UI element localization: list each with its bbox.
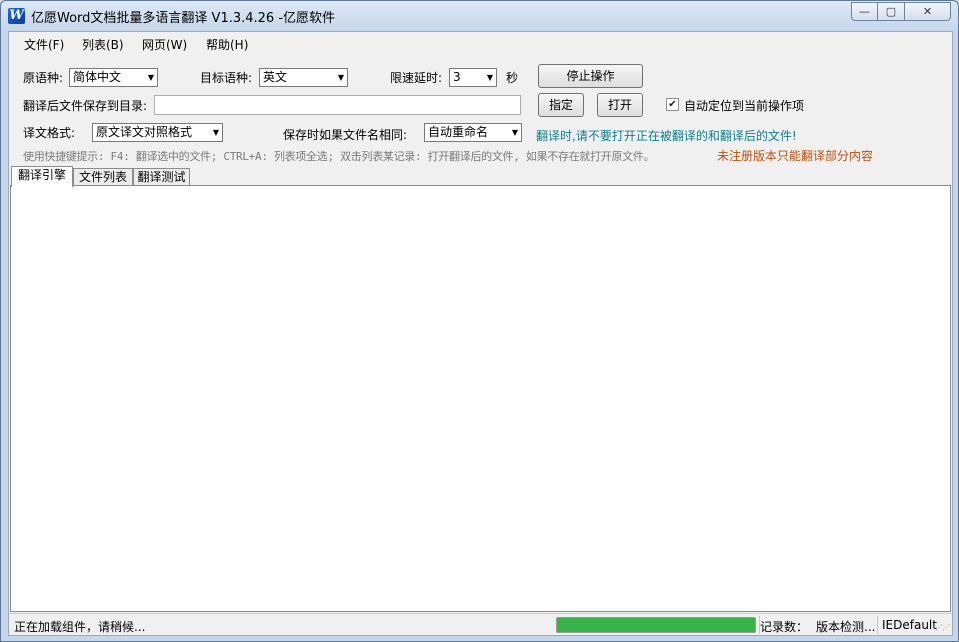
window-title: 亿愿Word文档批量多语言翻译 V1.3.4.26 -亿愿软件 — [31, 11, 336, 26]
checkmark-icon: ✔ — [668, 99, 677, 110]
menu-file[interactable]: 文件(F) — [24, 36, 64, 53]
loading-status: 正在加载组件，请稍候... — [14, 620, 146, 634]
maximize-button[interactable]: ▢ — [877, 2, 905, 21]
dropdown-arrow-icon: ▼ — [337, 73, 344, 82]
same-name-select[interactable]: 自动重命名 ▼ — [424, 123, 522, 142]
browser-mode: IEDefault — [882, 618, 937, 632]
progress-fill — [557, 618, 755, 632]
target-lang-select[interactable]: 英文 ▼ — [259, 68, 348, 87]
menu-bar: 文件(F) 列表(B) 网页(W) 帮助(H) — [9, 32, 952, 56]
status-bar: 正在加载组件，请稍候... 记录数： 版本检测... IEDefault ⋰⋰ — [9, 613, 952, 635]
tab-translate-test[interactable]: 翻译测试 — [133, 168, 190, 186]
delay-unit: 秒 — [506, 71, 519, 85]
same-name-label: 保存时如果文件名相同: — [283, 128, 408, 142]
source-lang-select[interactable]: 简体中文 ▼ — [69, 68, 158, 87]
target-lang-label: 目标语种: — [200, 71, 253, 85]
dropdown-arrow-icon: ▼ — [486, 73, 493, 82]
title-bar[interactable]: W 亿愿Word文档批量多语言翻译 V1.3.4.26 -亿愿软件 — ▢ ✕ — [1, 1, 958, 31]
stop-button[interactable]: 停止操作 — [538, 64, 643, 88]
resize-grip-icon[interactable]: ⋰⋰ — [935, 623, 950, 632]
tab-panel — [10, 185, 951, 612]
format-select[interactable]: 原文译文对照格式 ▼ — [92, 123, 223, 142]
dropdown-arrow-icon: ▼ — [212, 128, 219, 137]
delay-label: 限速延时: — [390, 71, 443, 85]
tab-file-list[interactable]: 文件列表 — [73, 168, 133, 186]
same-name-value: 自动重命名 — [428, 125, 489, 139]
status-divider — [877, 616, 878, 634]
open-file-warning: 翻译时,请不要打开正在被翻译的和翻译后的文件! — [536, 129, 797, 143]
shortcut-hint: 使用快捷键提示: F4: 翻译选中的文件; CTRL+A: 列表项全选; 双击列… — [23, 150, 655, 163]
source-lang-value: 简体中文 — [73, 70, 122, 84]
version-check-status: 版本检测... — [816, 620, 876, 634]
app-window: W 亿愿Word文档批量多语言翻译 V1.3.4.26 -亿愿软件 — ▢ ✕ … — [0, 0, 959, 642]
unregistered-warning: 未注册版本只能翻译部分内容 — [717, 149, 874, 163]
auto-locate-checkbox[interactable]: ✔ — [666, 98, 679, 111]
target-lang-value: 英文 — [263, 70, 288, 84]
progress-bar — [556, 617, 756, 633]
open-button[interactable]: 打开 — [597, 93, 643, 117]
delay-select[interactable]: 3 ▼ — [449, 68, 497, 87]
minimize-button[interactable]: — — [851, 2, 878, 21]
assign-button[interactable]: 指定 — [538, 93, 584, 117]
menu-list[interactable]: 列表(B) — [82, 36, 124, 53]
save-dir-label: 翻译后文件保存到目录: — [23, 99, 148, 113]
menu-help[interactable]: 帮助(H) — [206, 36, 248, 53]
app-logo-icon: W — [8, 8, 25, 24]
delay-value: 3 — [453, 70, 461, 84]
dropdown-arrow-icon: ▼ — [147, 73, 154, 82]
menu-web[interactable]: 网页(W) — [142, 36, 187, 53]
close-button[interactable]: ✕ — [904, 2, 951, 21]
source-lang-label: 原语种: — [23, 71, 64, 85]
format-label: 译文格式: — [23, 126, 76, 140]
dropdown-arrow-icon: ▼ — [511, 128, 518, 137]
records-label: 记录数： — [760, 620, 809, 634]
auto-locate-label[interactable]: 自动定位到当前操作项 — [684, 97, 804, 114]
tab-translate-engine[interactable]: 翻译引擎 — [11, 166, 73, 187]
save-dir-input[interactable] — [154, 95, 521, 115]
format-value: 原文译文对照格式 — [96, 125, 193, 139]
client-area: 文件(F) 列表(B) 网页(W) 帮助(H) 原语种: 简体中文 ▼ 目标语种… — [8, 31, 953, 636]
